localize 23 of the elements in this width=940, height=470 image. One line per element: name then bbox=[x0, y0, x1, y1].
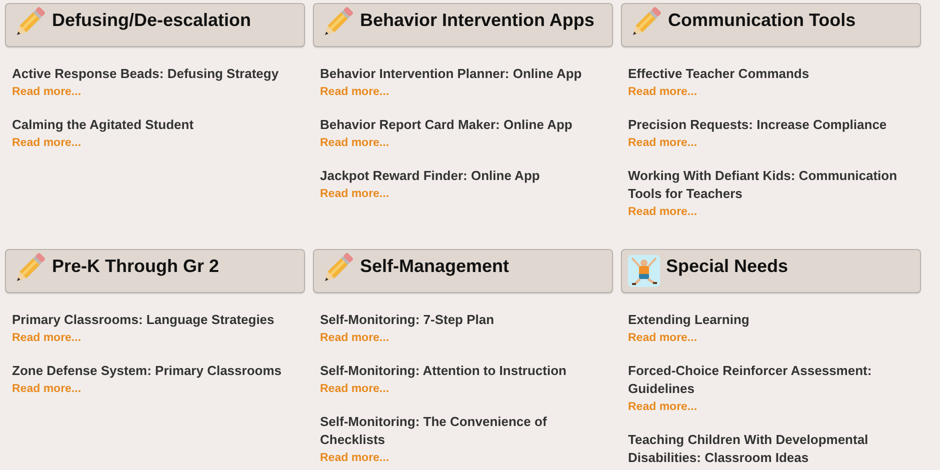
section-title: Special Needs bbox=[666, 256, 788, 277]
article-link[interactable]: Working With Defiant Kids: Communication Tools for Teachers bbox=[628, 167, 914, 203]
child-figure-icon bbox=[628, 255, 660, 287]
article-link[interactable]: Extending Learning bbox=[628, 311, 750, 329]
article-link[interactable]: Self-Monitoring: 7-Step Plan bbox=[320, 311, 494, 329]
section-title: Self-Management bbox=[360, 256, 510, 277]
article-link[interactable]: Active Response Beads: Defusing Strategy bbox=[12, 65, 279, 83]
article-link[interactable]: Teaching Children With Developmental Disabilities: Classroom Ideas bbox=[628, 431, 914, 467]
article-link[interactable]: Primary Classrooms: Language Strategies bbox=[12, 311, 274, 329]
article-link[interactable]: Calming the Agitated Student bbox=[12, 116, 194, 134]
article-link[interactable]: Precision Requests: Increase Compliance bbox=[628, 116, 887, 134]
article-link[interactable]: Jackpot Reward Finder: Online App bbox=[320, 167, 540, 185]
section-title: Pre-K Through Gr 2 bbox=[52, 256, 220, 277]
section-title: Behavior Intervention Apps bbox=[360, 10, 594, 31]
article-link[interactable]: Forced-Choice Reinforcer Assessment: Guidelines bbox=[628, 362, 914, 398]
article-link[interactable]: Behavior Intervention Planner: Online App bbox=[320, 65, 582, 83]
section-title: Communication Tools bbox=[668, 10, 856, 31]
article-link[interactable]: Self-Monitoring: The Convenience of Checklists bbox=[320, 413, 606, 449]
article-link[interactable]: Zone Defense System: Primary Classrooms bbox=[12, 362, 282, 380]
article-link[interactable]: Behavior Report Card Maker: Online App bbox=[320, 116, 572, 134]
article-link[interactable]: Self-Monitoring: Attention to Instruction bbox=[320, 362, 566, 380]
section-title: Defusing/De-escalation bbox=[52, 10, 252, 31]
article-link[interactable]: Effective Teacher Commands bbox=[628, 65, 810, 83]
